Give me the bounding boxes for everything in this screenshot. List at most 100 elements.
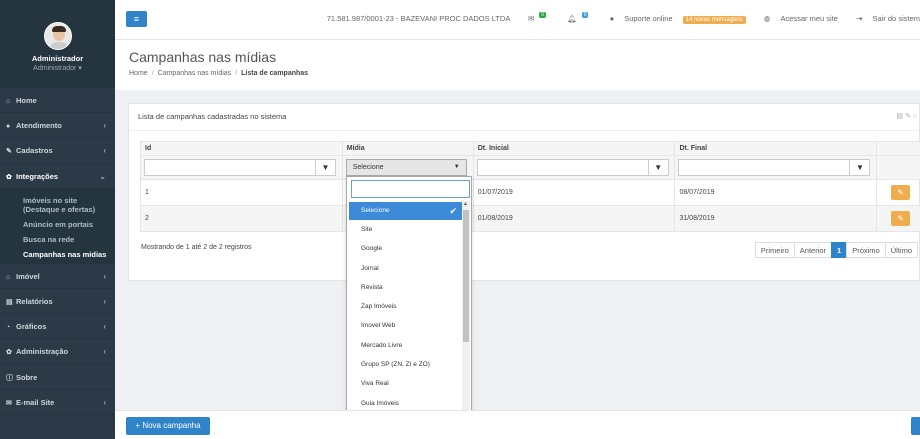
user-name: Administrador bbox=[31, 54, 84, 63]
column-header-dt-final[interactable]: Dt. Final bbox=[674, 141, 878, 156]
dropdown-option[interactable]: Google bbox=[349, 239, 462, 258]
filter-id-input[interactable] bbox=[144, 159, 316, 176]
chevron-down-icon: ⌄ bbox=[99, 171, 106, 181]
cell-id: 2 bbox=[140, 205, 343, 232]
chevron-left-icon: ‹ bbox=[103, 296, 106, 306]
info-icon: ⓘ bbox=[6, 374, 13, 382]
submenu-item-campanhas[interactable]: Campanhas nas mídias bbox=[0, 247, 115, 262]
footer-action-button[interactable] bbox=[911, 417, 920, 435]
edit-button[interactable]: ✎ bbox=[891, 185, 911, 200]
dropdown-options: Selecione ✔ Site Google Jornal Revista Za… bbox=[349, 201, 462, 413]
chevron-left-icon: ‹ bbox=[103, 322, 106, 332]
dropdown-scrollbar[interactable]: ▲ bbox=[462, 201, 470, 411]
visit-site-link[interactable]: ◍ Acessar meu site bbox=[756, 14, 838, 23]
breadcrumb-current: Lista de campanhas bbox=[241, 70, 309, 77]
chat-icon: ● bbox=[6, 123, 11, 131]
user-role-dropdown[interactable]: Administrador ▾ bbox=[0, 64, 115, 72]
chart-icon: ◔ bbox=[6, 324, 11, 332]
sidebar-item-cadastros[interactable]: ✎ Cadastros ‹ bbox=[0, 138, 115, 164]
submenu-item-anuncio-em-portais[interactable]: Anúncio em portais bbox=[0, 217, 115, 232]
messages-badge: 14 novas mensagens bbox=[682, 16, 746, 24]
column-header-id[interactable]: Id bbox=[140, 141, 343, 156]
company-label: 71.581.987/0001-23 - BAZEVANI PROC DADOS… bbox=[326, 14, 510, 23]
chevron-left-icon: ‹ bbox=[103, 397, 106, 407]
breadcrumb-campanhas[interactable]: Campanhas nas mídias bbox=[158, 70, 232, 77]
mail-icon: ✉ bbox=[6, 399, 12, 407]
dropdown-option[interactable]: Site bbox=[349, 220, 462, 239]
breadcrumb-home[interactable]: Home bbox=[129, 70, 148, 77]
sidebar-item-graficos[interactable]: ◔ Gráficos ‹ bbox=[0, 314, 115, 340]
sidebar-item-sobre[interactable]: ⓘ Sobre bbox=[0, 365, 115, 390]
pager-first[interactable]: Primeiro bbox=[754, 242, 795, 258]
table-row: 2 01/08/2019 31/08/2019 ✎ bbox=[140, 205, 920, 232]
filter-icon[interactable]: ▼ bbox=[315, 159, 336, 176]
sidebar-item-imovel[interactable]: ⌂ Imóvel ‹ bbox=[0, 264, 115, 289]
gear-icon: ✿ bbox=[6, 173, 12, 181]
records-info: Mostrando de 1 até 2 de 2 registros bbox=[141, 244, 252, 251]
dropdown-option[interactable]: Mercado Livre bbox=[349, 336, 462, 355]
filter-icon[interactable]: ▼ bbox=[849, 159, 871, 176]
menu-toggle-button[interactable]: ≡ bbox=[126, 11, 147, 27]
filter-midia-select[interactable]: Selecione ▼ bbox=[345, 159, 467, 176]
submenu-item-busca-na-rede[interactable]: Busca na rede bbox=[0, 232, 115, 247]
home-icon: ⌂ bbox=[6, 273, 11, 281]
chat-icon: ● bbox=[609, 14, 615, 23]
footer-bar: + Nova campanha bbox=[115, 410, 920, 439]
pager-previous[interactable]: Anterior bbox=[793, 242, 833, 258]
dropdown-option[interactable]: Revista bbox=[349, 278, 462, 297]
panel-tools-icons[interactable]: ▤ ✎ ○ bbox=[896, 112, 917, 120]
filter-dt-final-input[interactable] bbox=[678, 159, 851, 176]
topbar-right: 71.581.987/0001-23 - BAZEVANI PROC DADOS… bbox=[319, 12, 920, 24]
support-link[interactable]: ● Suporte online 14 novas mensagens bbox=[602, 14, 746, 24]
chevron-left-icon: ‹ bbox=[103, 146, 106, 156]
dropdown-option[interactable]: Selecione ✔ bbox=[349, 202, 462, 220]
dropdown-search-input[interactable] bbox=[351, 180, 470, 198]
scroll-up-icon[interactable]: ▲ bbox=[463, 201, 468, 207]
dropdown-option[interactable]: Zap Imóveis bbox=[349, 297, 462, 316]
submenu-item-imoveis-no-site[interactable]: Imóveis no site (Destaque e ofertas) bbox=[0, 193, 115, 217]
new-campaign-button[interactable]: + Nova campanha bbox=[126, 417, 210, 435]
midia-dropdown: Selecione ✔ Site Google Jornal Revista Za… bbox=[346, 176, 472, 411]
dropdown-option[interactable]: Grupo SP (ZN, ZI e ZO) bbox=[349, 355, 462, 374]
integracoes-submenu: Imóveis no site (Destaque e ofertas) Anú… bbox=[0, 188, 115, 264]
dropdown-option[interactable]: Imovel Web bbox=[349, 316, 462, 335]
logout-icon: ⇥ bbox=[856, 14, 863, 23]
filter-dt-inicial-input[interactable] bbox=[476, 159, 649, 176]
sidebar-nav-bottom: ⌂ Imóvel ‹ ▤ Relatórios ‹ ◔ Gráficos ‹ ✿ Admini… bbox=[0, 264, 115, 415]
home-icon: ⌂ bbox=[6, 98, 11, 105]
bell-badge: 0 bbox=[581, 12, 589, 18]
cell-id: 1 bbox=[140, 179, 343, 206]
avatar[interactable] bbox=[43, 22, 72, 50]
column-header-actions bbox=[876, 141, 920, 156]
globe-icon: ◍ bbox=[763, 14, 771, 23]
bell-notification[interactable]: 🔔︎ 0 bbox=[559, 12, 591, 23]
topbar: ≡ 71.581.987/0001-23 - BAZEVANI PROC DAD… bbox=[115, 0, 920, 40]
sidebar-item-administracao[interactable]: ✿ Administração ‹ bbox=[0, 339, 115, 365]
mail-icon: ✉ bbox=[528, 14, 535, 23]
dropdown-option[interactable]: Viva Real bbox=[349, 374, 462, 393]
column-header-midia[interactable]: Mídia bbox=[341, 141, 474, 156]
sidebar-item-atendimento[interactable]: ● Atendimento ‹ bbox=[0, 113, 115, 139]
pager-page-1[interactable]: 1 bbox=[831, 242, 848, 258]
filter-icon[interactable]: ▼ bbox=[647, 159, 669, 176]
sidebar-item-relatorios[interactable]: ▤ Relatórios ‹ bbox=[0, 289, 115, 315]
edit-button[interactable]: ✎ bbox=[891, 211, 911, 226]
logout-link[interactable]: ⇥ Sair do sistem bbox=[848, 14, 920, 23]
pager-last[interactable]: Último bbox=[884, 242, 918, 258]
mail-notification[interactable]: ✉ 0 bbox=[520, 12, 549, 23]
panel-title: Lista de campanhas cadastradas no sistem… bbox=[138, 112, 287, 121]
pager-next[interactable]: Próximo bbox=[846, 242, 886, 258]
chevron-left-icon: ‹ bbox=[103, 271, 106, 281]
sidebar-item-email-site[interactable]: ✉ E-mail Site ‹ bbox=[0, 390, 115, 415]
sidebar-item-integracoes[interactable]: ✿ Integrações ⌄ bbox=[0, 163, 115, 189]
column-header-dt-inicial[interactable]: Dt. Inicial bbox=[472, 141, 676, 156]
plus-icon: + bbox=[135, 421, 141, 430]
table-row: 1 01/07/2019 08/07/2019 ✎ bbox=[140, 179, 920, 206]
campaigns-panel: Lista de campanhas cadastradas no sistem… bbox=[128, 103, 920, 281]
dropdown-option[interactable]: Jornal bbox=[349, 259, 462, 278]
sidebar-item-home[interactable]: ⌂ Home bbox=[0, 88, 115, 114]
campaigns-table: Id Mídia Dt. Inicial Dt. Final ▼ Selecio… bbox=[140, 141, 920, 232]
breadcrumb: Home / Campanhas nas mídias / Lista de campa… bbox=[129, 70, 309, 77]
cell-dt-final: 31/08/2019 bbox=[674, 205, 878, 232]
chevron-left-icon: ‹ bbox=[103, 121, 106, 131]
